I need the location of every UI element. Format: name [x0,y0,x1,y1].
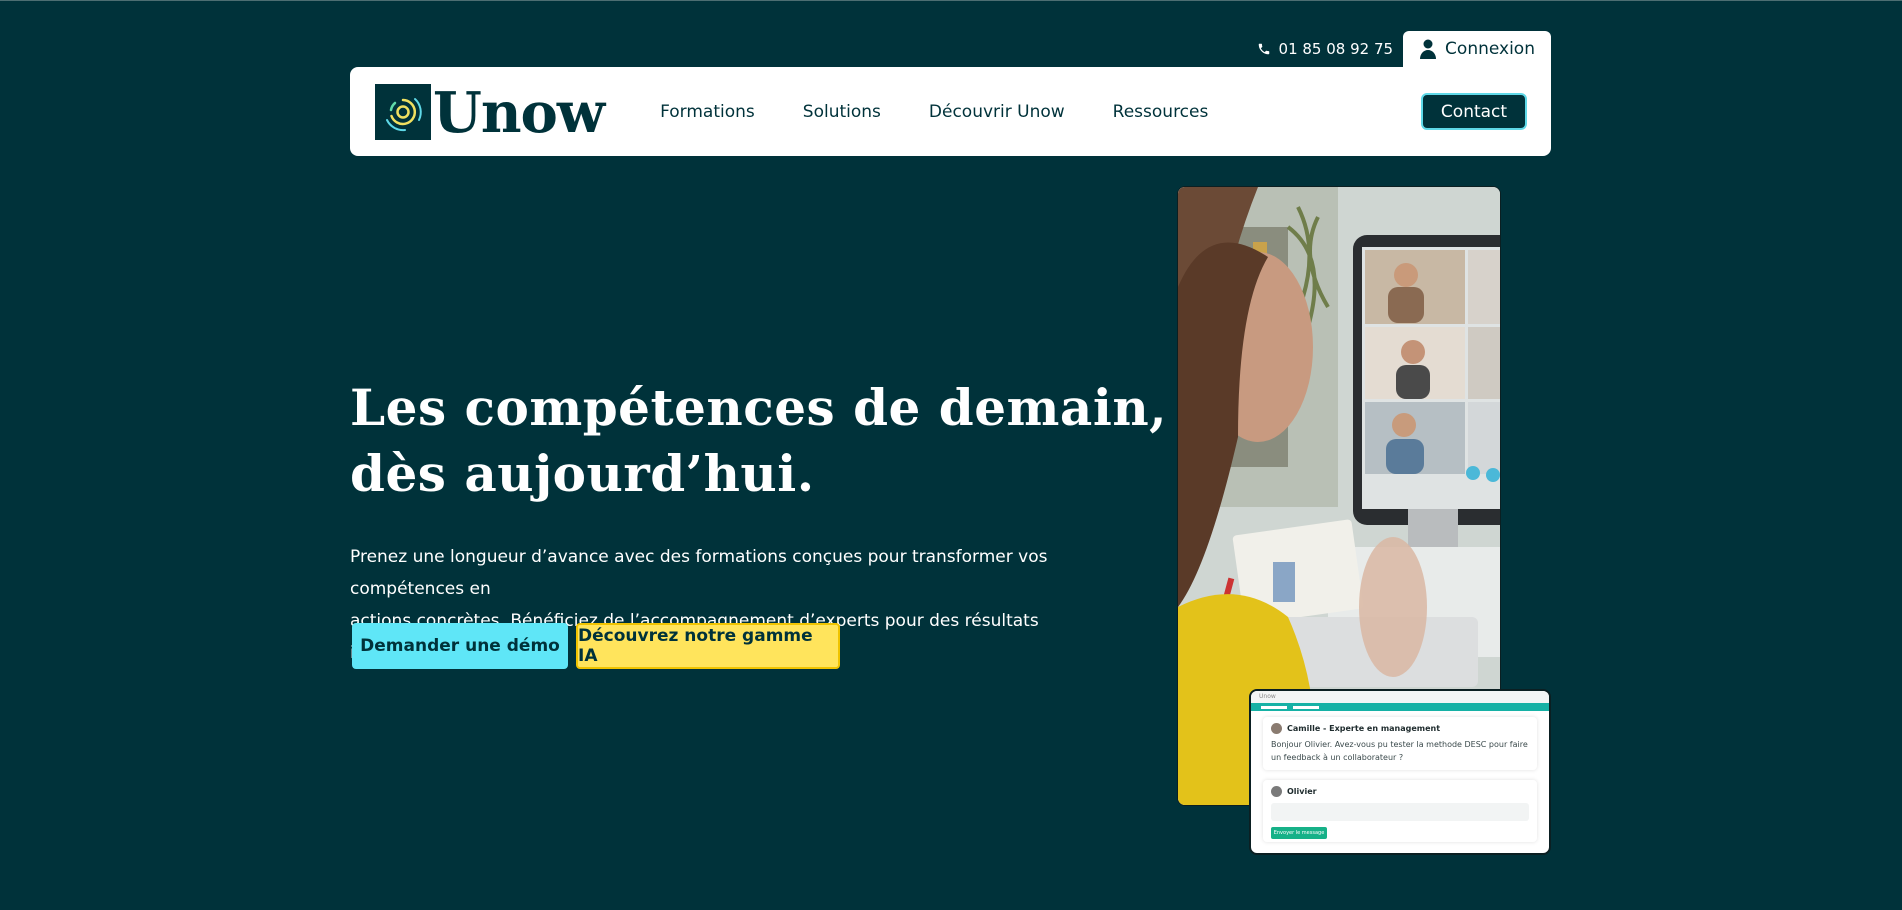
user-icon [1420,39,1437,59]
chat-reply-box: Olivier Envoyer le message [1263,780,1537,842]
main-navbar: Unow Formations Solutions Découvrir Unow… [350,67,1551,156]
contact-button[interactable]: Contact [1421,93,1527,130]
logo-wordmark: Unow [433,79,605,146]
nav-menu: Formations Solutions Découvrir Unow Ress… [660,102,1208,122]
chat-reply-author: Olivier [1271,786,1529,797]
login-label: Connexion [1445,39,1535,59]
avatar [1271,786,1282,797]
nav-item-decouvrir-unow[interactable]: Découvrir Unow [929,102,1065,122]
unow-logo-icon [375,83,431,140]
chat-send-button: Envoyer le message [1271,827,1327,839]
chat-app-label: Unow [1259,693,1276,700]
nav-item-ressources[interactable]: Ressources [1113,102,1209,122]
chat-author-name: Camille - Experte en management [1287,724,1441,733]
hero-description-line: Prenez une longueur d’avance avec des fo… [350,547,1048,599]
nav-item-solutions[interactable]: Solutions [803,102,881,122]
phone-icon [1258,43,1269,55]
chat-message: Camille - Experte en management Bonjour … [1263,717,1537,770]
discover-ia-button[interactable]: Découvrez notre gamme IA [576,623,840,669]
hero-title: Les compétences de demain, dès aujourd’h… [350,375,1170,507]
avatar [1271,723,1282,734]
phone-link[interactable]: 01 85 08 92 75 [1257,31,1404,67]
logo[interactable]: Unow [375,79,605,146]
chat-author: Camille - Experte en management [1271,723,1529,734]
top-utility-bar: 01 85 08 92 75 Connexion [1257,31,1551,67]
hero-title-line: Les compétences de demain, [350,378,1168,437]
chat-tabs [1251,703,1549,711]
hero-title-line: dès aujourd’hui. [350,444,815,503]
chat-reply-input [1271,803,1529,821]
chat-app-bar: Unow [1251,691,1549,703]
chat-message-text: Bonjour Olivier. Avez-vous pu tester la … [1271,740,1528,762]
chat-preview-card: Unow Camille - Experte en management Bon… [1249,689,1551,855]
login-button[interactable]: Connexion [1403,31,1551,67]
hero-buttons: Demander une démo Découvrez notre gamme … [352,623,840,669]
phone-number: 01 85 08 92 75 [1278,40,1394,58]
chat-reply-author-name: Olivier [1287,787,1317,796]
nav-item-formations[interactable]: Formations [660,102,755,122]
request-demo-button[interactable]: Demander une démo [352,623,568,669]
